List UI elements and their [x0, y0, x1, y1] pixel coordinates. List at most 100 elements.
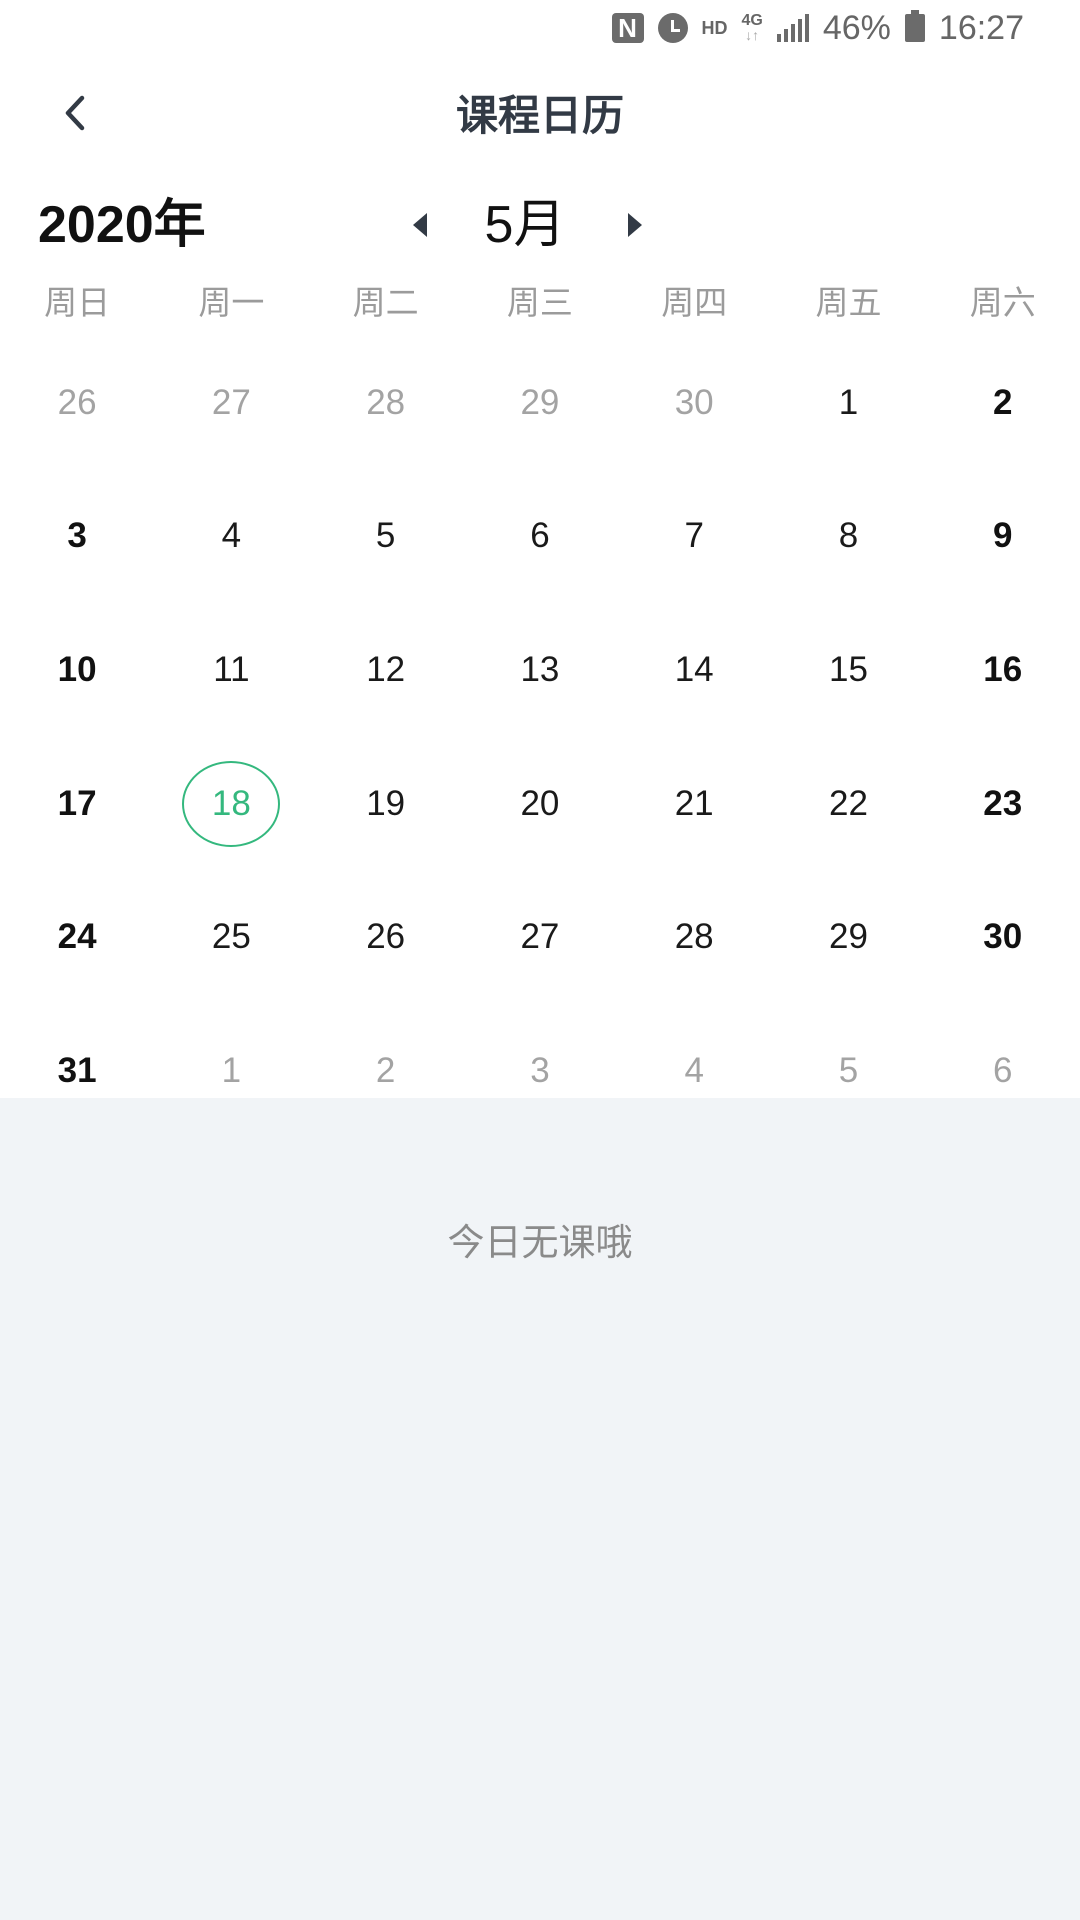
calendar-day[interactable]: 6	[463, 470, 617, 604]
calendar-day[interactable]: 5	[771, 1004, 925, 1138]
day-number: 11	[213, 649, 250, 689]
calendar-day[interactable]: 24	[0, 870, 154, 1004]
day-number: 1	[838, 382, 859, 422]
calendar-day[interactable]: 8	[771, 470, 925, 604]
day-number: 3	[530, 1050, 550, 1090]
calendar-day[interactable]: 26	[309, 870, 463, 1004]
day-number: 21	[674, 783, 714, 823]
hd-icon: HD	[701, 17, 728, 38]
calendar-day[interactable]: 29	[463, 336, 617, 470]
nfc-icon	[611, 13, 644, 43]
day-number: 4	[221, 516, 242, 556]
next-month-button[interactable]	[620, 205, 650, 245]
day-number: 28	[366, 382, 406, 422]
day-number: 15	[828, 649, 868, 689]
page-title: 课程日历	[455, 92, 624, 139]
day-number: 25	[211, 917, 251, 957]
calendar-day[interactable]: 2	[926, 336, 1080, 470]
clock: 16:27	[938, 8, 1024, 47]
calendar-day[interactable]: 9	[926, 470, 1080, 604]
4g-data-icon: 4G ↓↑	[741, 11, 763, 43]
weekday-label: 周五	[815, 284, 882, 321]
day-number: 30	[674, 382, 714, 422]
day-number: 5	[375, 516, 396, 556]
calendar-day[interactable]: 19	[309, 737, 463, 871]
day-number: 6	[992, 1050, 1013, 1090]
day-number: 14	[674, 649, 714, 689]
calendar-day[interactable]: 1	[771, 336, 925, 470]
day-number: 5	[838, 1050, 859, 1090]
day-number: 27	[520, 917, 560, 957]
day-number: 3	[67, 516, 87, 556]
calendar-day[interactable]: 26	[0, 336, 154, 470]
calendar-day[interactable]: 15	[771, 603, 925, 737]
calendar-day[interactable]: 6	[926, 1004, 1080, 1138]
calendar-day[interactable]: 11	[154, 603, 308, 737]
calendar-grid: 26 27 28 29 30 1 2 3 4 5 6 7 8 9 10 11 12 13 14 15 16 17 18 19 2…	[0, 336, 1080, 1138]
weekday-label: 周日	[44, 284, 111, 321]
calendar-day[interactable]: 4	[617, 1004, 771, 1138]
weekday-label: 周三	[506, 284, 573, 321]
day-number: 1	[221, 1050, 242, 1090]
empty-state-message: 今日无课哦	[447, 1222, 633, 1263]
day-number: 17	[57, 783, 97, 823]
calendar-day[interactable]: 27	[463, 870, 617, 1004]
calendar-day[interactable]: 29	[771, 870, 925, 1004]
day-number: 10	[57, 649, 97, 689]
weekday-header: 周日 周一 周二 周三 周四 周五 周六	[0, 280, 1080, 326]
calendar-day[interactable]: 5	[309, 470, 463, 604]
weekday-label: 周四	[661, 284, 728, 321]
weekday-label: 周一	[198, 284, 265, 321]
day-number: 27	[211, 382, 251, 422]
day-number: 20	[520, 783, 560, 823]
calendar-day[interactable]: 16	[926, 603, 1080, 737]
day-number: 8	[838, 516, 859, 556]
calendar-day[interactable]: 17	[0, 737, 154, 871]
calendar-day[interactable]: 3	[0, 470, 154, 604]
calendar-day[interactable]: 20	[463, 737, 617, 871]
calendar-day[interactable]: 2	[309, 1004, 463, 1138]
day-number: 13	[520, 649, 560, 689]
day-number: 18	[211, 783, 251, 823]
weekday-label: 周六	[969, 284, 1036, 321]
day-number: 16	[983, 649, 1023, 689]
calendar-day[interactable]: 21	[617, 737, 771, 871]
day-number: 12	[366, 649, 406, 689]
triangle-right-icon	[628, 213, 642, 237]
calendar-day[interactable]: 31	[0, 1004, 154, 1138]
calendar-day[interactable]: 14	[617, 603, 771, 737]
day-number: 30	[983, 917, 1023, 957]
day-number: 26	[366, 917, 406, 957]
day-number: 24	[57, 917, 97, 957]
calendar-day[interactable]: 3	[463, 1004, 617, 1138]
calendar-day[interactable]: 4	[154, 470, 308, 604]
signal-icon	[776, 14, 809, 42]
calendar-day[interactable]: 30	[926, 870, 1080, 1004]
day-number: 26	[57, 382, 97, 422]
calendar-day[interactable]: 27	[154, 336, 308, 470]
month-label: 5月	[484, 196, 566, 254]
day-number: 6	[530, 516, 550, 556]
day-number: 2	[375, 1050, 396, 1090]
status-bar: HD 4G↓↑ 46% 16:27	[611, 8, 1024, 48]
day-number: 29	[828, 917, 868, 957]
calendar-day[interactable]: 7	[617, 470, 771, 604]
calendar-day-selected[interactable]: 18	[154, 737, 308, 871]
calendar-day[interactable]: 1	[154, 1004, 308, 1138]
day-number: 28	[674, 917, 714, 957]
calendar-day[interactable]: 30	[617, 336, 771, 470]
calendar-day[interactable]: 10	[0, 603, 154, 737]
calendar-day[interactable]: 12	[309, 603, 463, 737]
calendar-day[interactable]: 13	[463, 603, 617, 737]
prev-month-button[interactable]	[405, 205, 435, 245]
calendar-day[interactable]: 28	[309, 336, 463, 470]
calendar-day[interactable]: 28	[617, 870, 771, 1004]
calendar-day[interactable]: 23	[926, 737, 1080, 871]
calendar-day[interactable]: 22	[771, 737, 925, 871]
battery-percent: 46%	[822, 8, 891, 47]
weekday-label: 周二	[352, 284, 419, 321]
day-number: 19	[366, 783, 406, 823]
triangle-left-icon	[413, 213, 427, 237]
day-number: 7	[684, 516, 704, 556]
calendar-day[interactable]: 25	[154, 870, 308, 1004]
